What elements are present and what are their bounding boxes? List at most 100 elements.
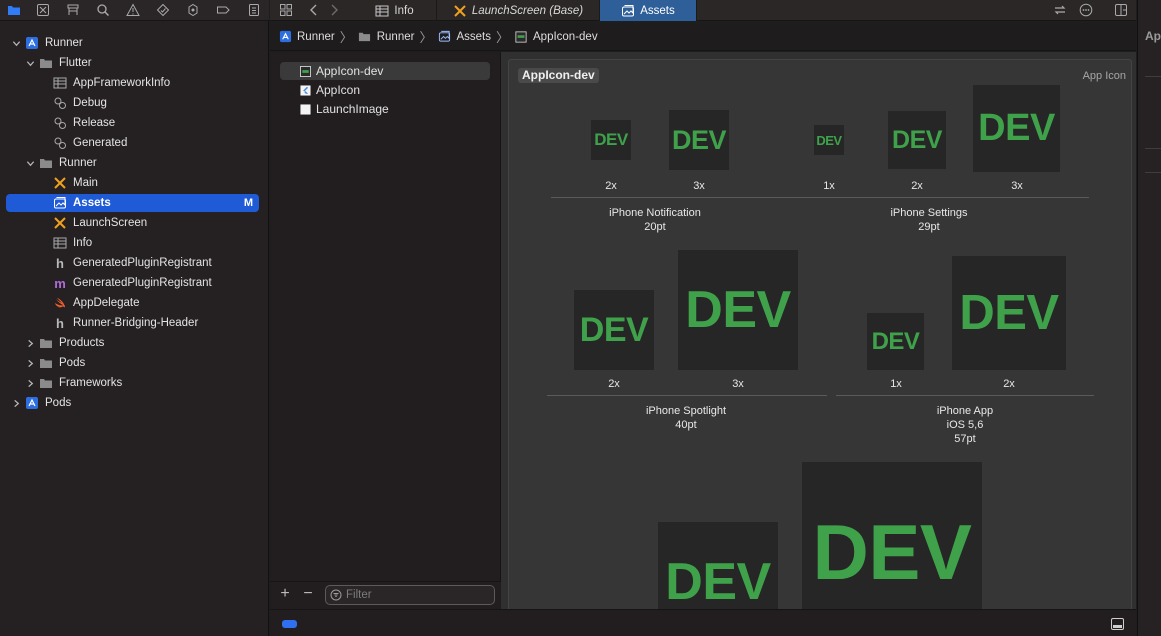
icon-slot-settings-3x[interactable]: DEV (973, 85, 1060, 172)
inspector-divider (1145, 172, 1161, 173)
iconset-type: App Icon (1082, 70, 1126, 82)
breadcrumb-item-appicon-dev[interactable]: AppIcon-dev (514, 30, 598, 44)
chevron-down-icon[interactable] (25, 158, 35, 168)
tree-item-runner-bridging-header[interactable]: h Runner-Bridging-Header (6, 314, 259, 332)
asset-item-label: AppIcon-dev (316, 64, 384, 78)
plist-icon (53, 76, 67, 90)
tree-item-pods-folder[interactable]: Pods (6, 354, 259, 372)
symbol-icon[interactable] (65, 2, 81, 18)
breakpoint-icon[interactable] (215, 2, 231, 18)
asset-item-appicon[interactable]: AppIcon (280, 81, 490, 99)
asset-list: AppIcon-dev AppIcon LaunchImage + − (270, 52, 501, 609)
back-arrow-icon[interactable] (306, 2, 322, 18)
icon-text: DEV (665, 553, 771, 609)
icon-slot-notification-2x[interactable]: DEV (591, 120, 631, 160)
chevron-right-icon[interactable] (25, 358, 35, 368)
icon-text: DEV (871, 327, 920, 355)
more-options-icon[interactable] (1078, 2, 1094, 18)
report-icon[interactable] (246, 2, 262, 18)
icon-slot-app-2x[interactable]: DEV (952, 256, 1066, 370)
filter-field[interactable] (325, 585, 495, 605)
icon-slot-app-1x[interactable]: DEV (867, 313, 924, 370)
breadcrumb-item-runner-project[interactable]: Runner (278, 30, 335, 44)
tree-item-appframeworkinfo[interactable]: AppFrameworkInfo (6, 74, 259, 92)
add-asset-button[interactable]: + (278, 586, 292, 602)
tree-item-label: Flutter (59, 57, 92, 69)
tree-item-label: Assets (73, 197, 111, 209)
issue-icon[interactable] (125, 2, 141, 18)
asset-item-appicon-dev[interactable]: AppIcon-dev (280, 62, 490, 80)
inspector-divider (1145, 148, 1161, 149)
icon-slot-spotlight-3x[interactable]: DEV (678, 250, 798, 370)
tree-item-release[interactable]: Release (6, 114, 259, 132)
breadcrumb-item-assets[interactable]: Assets (437, 30, 491, 44)
asset-item-launchimage[interactable]: LaunchImage (280, 100, 490, 118)
filter-icon (330, 589, 342, 601)
tree-item-assets[interactable]: Assets M (6, 194, 259, 212)
scale-label: 3x (693, 180, 705, 192)
chevron-right-icon[interactable] (11, 398, 21, 408)
tree-item-label: Frameworks (59, 377, 123, 389)
tree-item-pods-project[interactable]: Pods (6, 394, 259, 412)
source-control-icon[interactable] (35, 2, 51, 18)
tree-item-label: Debug (73, 97, 107, 109)
header-icon: h (56, 255, 64, 271)
group-title: iPhone Notification (609, 207, 701, 219)
asset-editor-canvas: AppIcon-dev App Icon DEV DEV 2x 3x iPhon… (501, 52, 1136, 609)
tab-label: LaunchScreen (Base) (471, 4, 584, 17)
tree-item-label: AppFrameworkInfo (73, 77, 171, 89)
icon-slot-spotlight-2x[interactable]: DEV (574, 290, 654, 370)
forward-arrow-icon[interactable] (326, 2, 342, 18)
tree-item-runner-project[interactable]: Runner (6, 34, 259, 52)
debug-icon[interactable] (185, 2, 201, 18)
tree-item-products[interactable]: Products (6, 334, 259, 352)
group-divider (836, 395, 1094, 396)
add-editor-icon[interactable] (1113, 2, 1129, 18)
group-label-iphone-app: iPhone App iOS 5,6 57pt (865, 404, 1065, 446)
icon-slot-settings-1x[interactable]: DEV (814, 125, 844, 155)
imageset-icon (299, 103, 311, 115)
tree-item-flutter-folder[interactable]: Flutter (6, 54, 259, 72)
tree-item-main[interactable]: Main (6, 174, 259, 192)
tree-item-frameworks[interactable]: Frameworks (6, 374, 259, 392)
chevron-right-icon[interactable] (25, 378, 35, 388)
grid-icon[interactable] (278, 2, 294, 18)
icon-slot-notification-3x[interactable]: DEV (669, 110, 729, 170)
storyboard-icon (53, 176, 67, 190)
breadcrumb-item-runner-folder[interactable]: Runner (358, 30, 414, 44)
tab-info[interactable]: Info (353, 0, 437, 21)
remove-asset-button[interactable]: − (301, 586, 315, 602)
debug-area-toggle-icon[interactable] (1111, 618, 1124, 630)
chevron-down-icon[interactable] (25, 58, 35, 68)
breadcrumb-label: AppIcon-dev (533, 30, 598, 43)
test-icon[interactable] (155, 2, 171, 18)
group-title: iPhone Spotlight (645, 405, 727, 417)
chevron-right-icon[interactable] (25, 338, 35, 348)
folder-icon[interactable] (6, 2, 22, 18)
icon-slot-lower-right[interactable]: DEV (802, 462, 982, 609)
find-icon[interactable] (95, 2, 111, 18)
tree-item-generatedpluginregistrant-h[interactable]: h GeneratedPluginRegistrant (6, 254, 259, 272)
tree-item-generated[interactable]: Generated (6, 134, 259, 152)
filter-input[interactable] (346, 589, 486, 601)
asset-list-footer: + − (270, 581, 501, 609)
tree-item-label: LaunchScreen (73, 217, 148, 229)
tree-item-generatedpluginregistrant-m[interactable]: m GeneratedPluginRegistrant (6, 274, 259, 292)
tree-item-info[interactable]: Info (6, 234, 259, 252)
folder-icon (39, 156, 53, 170)
tree-item-debug[interactable]: Debug (6, 94, 259, 112)
chevron-down-icon[interactable] (11, 38, 21, 48)
tab-assets[interactable]: Assets (600, 0, 697, 21)
project-navigator: Runner Flutter AppFrameworkInfo Debug Re… (0, 0, 269, 636)
icon-slot-lower-left[interactable]: DEV (658, 522, 778, 609)
icon-slot-settings-2x[interactable]: DEV (888, 111, 946, 169)
tree-item-runner-folder[interactable]: Runner (6, 154, 259, 172)
tab-launchscreen[interactable]: LaunchScreen (Base) (437, 0, 600, 21)
iconset-panel[interactable]: AppIcon-dev App Icon DEV DEV 2x 3x iPhon… (508, 59, 1132, 609)
icon-text: DEV (816, 132, 842, 148)
storyboard-icon (53, 216, 67, 230)
related-items-icon[interactable] (1052, 2, 1068, 18)
tree-item-appdelegate[interactable]: AppDelegate (6, 294, 259, 312)
tree-item-launchscreen[interactable]: LaunchScreen (6, 214, 259, 232)
group-subtitle: iOS 5,6 (946, 419, 984, 431)
